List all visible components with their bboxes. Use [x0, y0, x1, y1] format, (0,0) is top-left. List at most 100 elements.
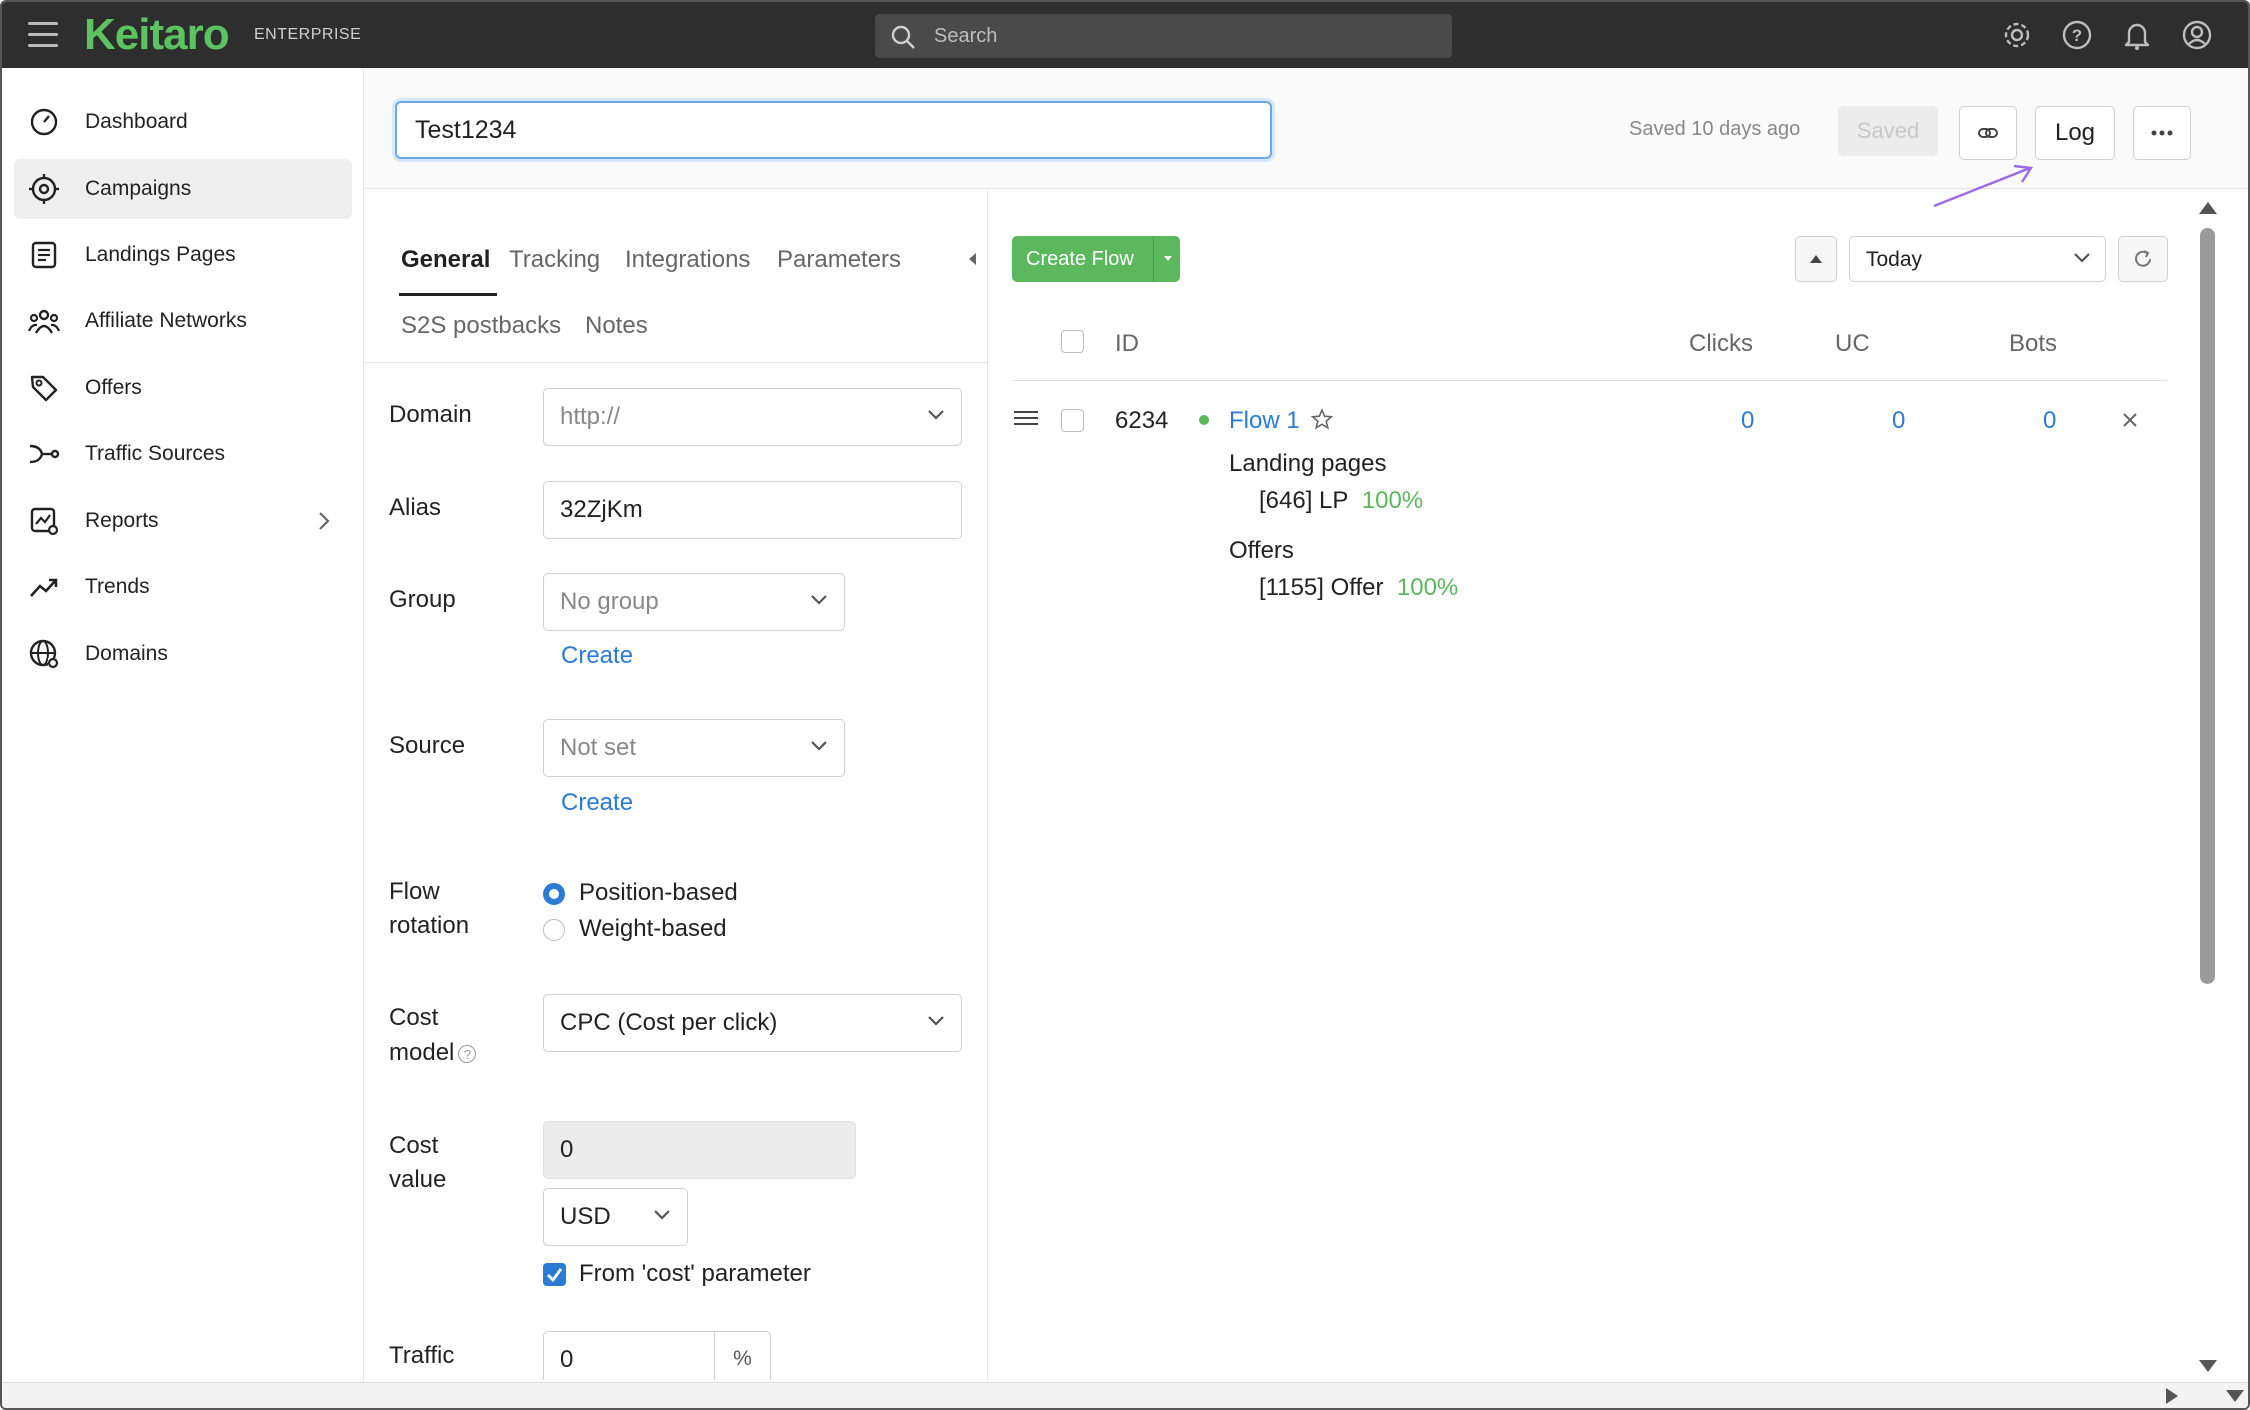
- edition-label: ENTERPRISE: [254, 26, 362, 43]
- scroll-right-arrow[interactable]: [2166, 1388, 2178, 1404]
- chevron-down-icon: [928, 410, 944, 420]
- settings-icon[interactable]: [2001, 19, 2033, 51]
- currency-value: USD: [560, 1203, 611, 1230]
- offers-title: Offers: [1229, 537, 1294, 564]
- saved-timestamp: Saved 10 days ago: [1629, 118, 1801, 140]
- help-icon[interactable]: ?: [2061, 19, 2093, 51]
- vertical-scrollbar[interactable]: [2200, 228, 2215, 984]
- sidebar-item-domains[interactable]: Domains: [14, 624, 352, 684]
- weight-based-radio[interactable]: [543, 919, 565, 941]
- logo[interactable]: Keitaro: [84, 10, 230, 60]
- flow-id: 6234: [1115, 407, 1169, 434]
- sidebar-item-reports[interactable]: Reports: [14, 491, 352, 551]
- sidebar-item-campaigns[interactable]: Campaigns: [14, 159, 352, 219]
- trend-icon: [30, 578, 58, 597]
- status-dot: [1199, 415, 1209, 425]
- collapse-up-button[interactable]: [1795, 236, 1837, 282]
- traffic-unit: %: [714, 1331, 771, 1380]
- search-input[interactable]: Search: [875, 14, 1452, 58]
- column-header-bots[interactable]: Bots: [2009, 330, 2057, 358]
- position-based-radio[interactable]: [543, 883, 565, 905]
- sidebar-item-landing-pages[interactable]: Landings Pages: [14, 225, 352, 285]
- cost-value-input[interactable]: 0: [543, 1121, 856, 1179]
- svg-text:?: ?: [2072, 26, 2082, 45]
- flow-rotation-label-line2: rotation: [389, 912, 470, 939]
- save-button[interactable]: Saved: [1838, 106, 1938, 156]
- dashboard-icon: [30, 108, 58, 136]
- more-button[interactable]: [2133, 106, 2191, 160]
- alias-input[interactable]: 32ZjKm: [543, 481, 962, 539]
- create-source-link[interactable]: Create: [561, 789, 633, 817]
- reports-icon: [30, 507, 59, 536]
- column-header-clicks[interactable]: Clicks: [1689, 330, 1753, 358]
- star-icon[interactable]: [1311, 408, 1333, 430]
- domain-select[interactable]: http://: [543, 388, 962, 446]
- scroll-down-arrow[interactable]: [2199, 1360, 2217, 1372]
- log-button[interactable]: Log: [2035, 106, 2115, 160]
- select-all-checkbox[interactable]: [1061, 330, 1084, 353]
- domain-label: Domain: [389, 401, 472, 428]
- create-flow-button[interactable]: Create Flow: [1012, 236, 1180, 282]
- traffic-input[interactable]: 0: [543, 1331, 716, 1380]
- drag-handle-icon[interactable]: [1013, 410, 1039, 426]
- tab-tracking[interactable]: Tracking: [509, 246, 600, 274]
- scroll-up-arrow[interactable]: [2199, 202, 2217, 214]
- account-icon[interactable]: [2181, 19, 2213, 51]
- column-header-uc[interactable]: UC: [1835, 330, 1870, 358]
- link-button[interactable]: [1959, 106, 2017, 160]
- source-select[interactable]: Not set: [543, 719, 845, 777]
- flow-rotation-label-line1: Flow: [389, 878, 440, 905]
- currency-select[interactable]: USD: [543, 1188, 688, 1246]
- top-bar: Keitaro ENTERPRISE Search ?: [2, 2, 2248, 68]
- cost-model-select[interactable]: CPC (Cost per click): [543, 994, 962, 1052]
- close-icon[interactable]: [2122, 412, 2138, 428]
- create-flow-dropdown[interactable]: [1153, 236, 1180, 282]
- refresh-button[interactable]: [2118, 236, 2168, 282]
- tab-parameters[interactable]: Parameters: [777, 246, 901, 274]
- campaign-settings-panel: General Tracking Integrations Parameters…: [365, 190, 988, 1380]
- cost-model-label-line2: model?: [389, 1036, 477, 1070]
- menu-icon[interactable]: [28, 22, 58, 48]
- collapse-panel-icon[interactable]: [969, 253, 976, 265]
- from-cost-parameter-checkbox[interactable]: [543, 1263, 566, 1286]
- tag-icon: [30, 375, 58, 402]
- sidebar-item-offers[interactable]: Offers: [14, 358, 352, 418]
- landing-share: 100%: [1361, 487, 1424, 514]
- campaign-name-input[interactable]: Test1234: [395, 101, 1272, 159]
- sidebar-item-label: Affiliate Networks: [85, 309, 247, 332]
- offer-name: [1155] Offer: [1259, 574, 1384, 601]
- sidebar-item-traffic-sources[interactable]: Traffic Sources: [14, 424, 352, 484]
- row-checkbox[interactable]: [1061, 409, 1084, 432]
- scroll-down-arrow[interactable]: [2226, 1390, 2244, 1402]
- search-icon: [891, 25, 915, 49]
- create-group-link[interactable]: Create: [561, 642, 633, 670]
- tab-notes[interactable]: Notes: [585, 312, 648, 340]
- tab-general[interactable]: General: [401, 246, 490, 274]
- tab-s2s-postbacks[interactable]: S2S postbacks: [401, 312, 561, 340]
- sidebar-item-label: Dashboard: [85, 110, 188, 133]
- flow-bots: 0: [2043, 407, 2057, 434]
- traffic-source-icon: [29, 444, 60, 464]
- sidebar-item-dashboard[interactable]: Dashboard: [14, 92, 352, 152]
- globe-icon: [29, 639, 59, 669]
- flow-name-link[interactable]: Flow 1: [1229, 407, 1300, 435]
- column-header-id[interactable]: ID: [1115, 330, 1139, 358]
- sidebar: Dashboard Campaigns Landings Pages Affil…: [2, 68, 364, 1408]
- sidebar-item-label: Traffic Sources: [85, 442, 226, 465]
- period-select[interactable]: Today: [1849, 236, 2106, 282]
- source-value: Not set: [560, 734, 637, 761]
- sidebar-item-label: Reports: [85, 509, 159, 532]
- help-icon[interactable]: ?: [458, 1044, 477, 1063]
- create-flow-label: Create Flow: [1026, 248, 1134, 270]
- bell-icon[interactable]: [2121, 19, 2153, 51]
- horizontal-scrollbar[interactable]: [2, 1382, 2248, 1408]
- tab-integrations[interactable]: Integrations: [625, 246, 750, 274]
- chevron-down-icon: [811, 741, 827, 751]
- more-icon: [2151, 130, 2173, 136]
- sidebar-item-label: Domains: [85, 642, 168, 665]
- sidebar-item-affiliate-networks[interactable]: Affiliate Networks: [14, 291, 352, 351]
- divider: [365, 362, 987, 363]
- group-select[interactable]: No group: [543, 573, 845, 631]
- sidebar-item-trends[interactable]: Trends: [14, 557, 352, 617]
- domain-value: http://: [560, 403, 621, 430]
